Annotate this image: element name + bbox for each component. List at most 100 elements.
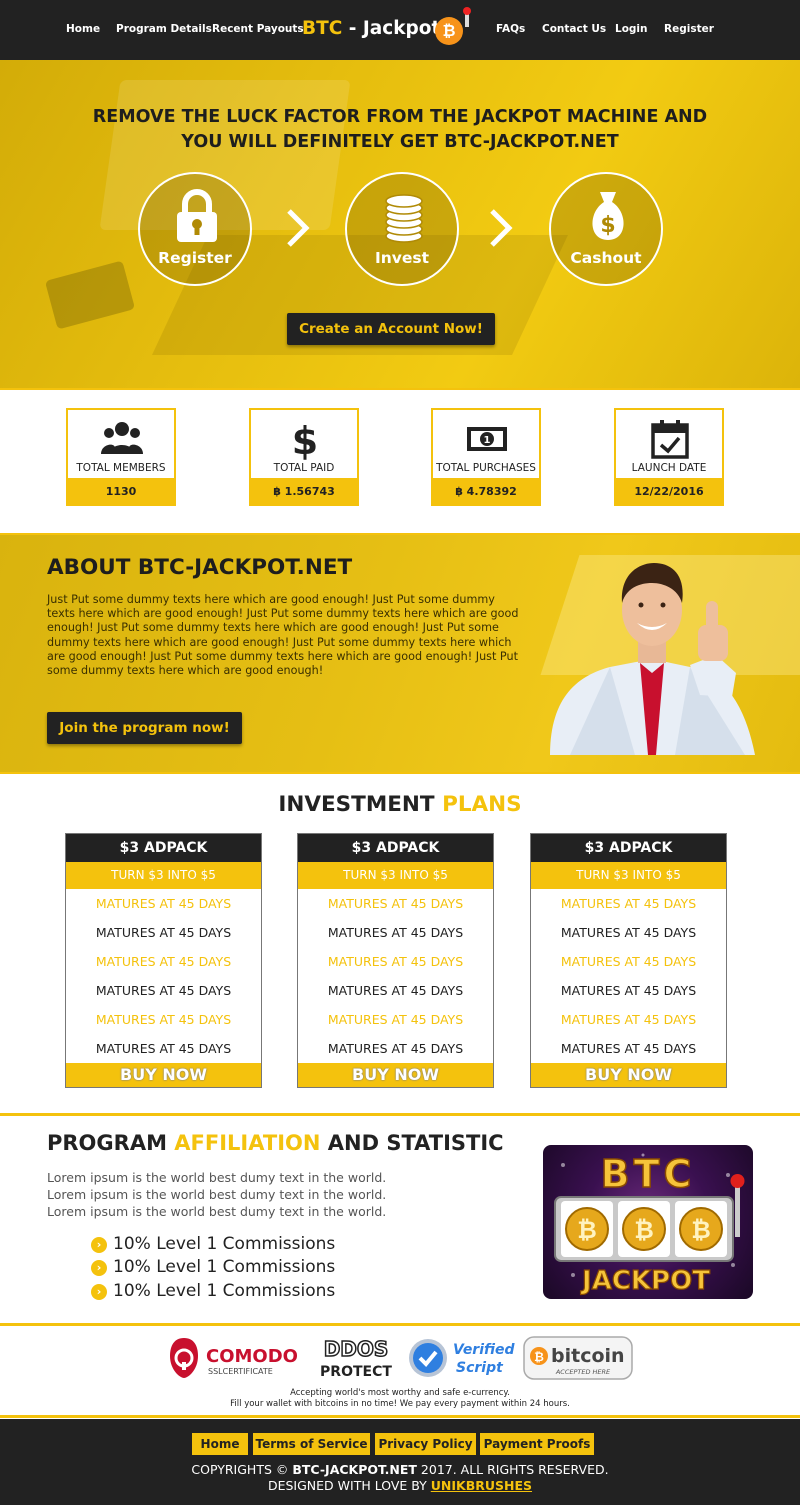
dollar-icon: $	[292, 419, 318, 460]
plan-feature: MATURES AT 45 DAYS	[560, 896, 697, 911]
step-register-label: Register	[158, 249, 232, 267]
nav-home-link[interactable]: Home	[66, 23, 100, 35]
plan-feature: MATURES AT 45 DAYS	[95, 1012, 232, 1027]
plan-feature: MATURES AT 45 DAYS	[327, 983, 464, 998]
nav-login-link[interactable]: Login	[615, 23, 648, 35]
btc-jackpot-slot-image: BTC ₿ ₿ ₿ JACKPOT	[543, 1145, 753, 1299]
about-section: ABOUT BTC-JACKPOT.NET Just Put some dumm…	[0, 533, 800, 774]
plan-feature: MATURES AT 45 DAYS	[560, 925, 697, 940]
join-program-button[interactable]: Join the program now!	[47, 712, 242, 744]
commission-text: 10% Level 1 Commissions	[113, 1234, 336, 1254]
plan-feature: MATURES AT 45 DAYS	[327, 954, 464, 969]
buy-now-button[interactable]: BUY NOW	[66, 1063, 261, 1087]
footer-terms-link[interactable]: Terms of Service	[253, 1433, 370, 1455]
logo-btc: BTC	[302, 18, 343, 39]
buy-now-button[interactable]: BUY NOW	[298, 1063, 493, 1087]
affiliation-section: PROGRAM AFFILIATION AND STATISTIC Lorem …	[0, 1117, 800, 1326]
step-register: Register	[138, 172, 252, 286]
svg-text:$: $	[292, 419, 318, 460]
buy-now-button[interactable]: BUY NOW	[531, 1063, 726, 1087]
footer-payment-proofs-link[interactable]: Payment Proofs	[480, 1433, 594, 1455]
nav-program-details-link[interactable]: Program Details	[116, 23, 212, 35]
plans-title-part2: PLANS	[442, 792, 522, 817]
stat-total-paid: $ TOTAL PAID ฿ 1.56743	[249, 408, 359, 506]
nav-faqs-link[interactable]: FAQs	[496, 23, 525, 35]
trust-badges-section: COMODO SSLCERTIFICATE DDOS PROTECT Verif…	[0, 1326, 800, 1418]
aff-title-part1: PROGRAM	[47, 1131, 175, 1155]
nav-register-link[interactable]: Register	[664, 23, 714, 35]
about-text: Just Put some dummy texts here which are…	[47, 593, 519, 678]
site-logo[interactable]: BTC - Jackpot ₿	[302, 7, 474, 47]
bitcoin-text: bitcoin	[551, 1345, 625, 1367]
money-bag-icon: $	[592, 192, 624, 240]
stat-value: ฿ 1.56743	[251, 478, 357, 506]
plan-feature: MATURES AT 45 DAYS	[327, 925, 464, 940]
arrow-circle-right-icon: ›	[91, 1284, 107, 1300]
stat-label: TOTAL PAID	[273, 462, 335, 474]
site-footer: Home Terms of Service Privacy Policy Pay…	[0, 1419, 800, 1505]
hero-phone-bg	[44, 260, 136, 330]
copyright-suffix: 2017. ALL RIGHTS RESERVED.	[416, 1462, 609, 1477]
plan-name: $3 ADPACK	[531, 834, 726, 862]
copyright-prefix: COPYRIGHTS ©	[191, 1462, 293, 1477]
plan-feature: MATURES AT 45 DAYS	[95, 896, 232, 911]
hero-title: REMOVE THE LUCK FACTOR FROM THE JACKPOT …	[60, 105, 740, 155]
logo-dash: -	[342, 18, 363, 39]
plans-title: INVESTMENT PLANS	[0, 792, 800, 817]
svg-text:1: 1	[484, 435, 491, 446]
stat-label: TOTAL MEMBERS	[76, 462, 166, 474]
plan-feature: MATURES AT 45 DAYS	[95, 1041, 232, 1056]
plan-feature: MATURES AT 45 DAYS	[560, 1041, 697, 1056]
plan-subtitle: TURN $3 INTO $5	[66, 862, 261, 889]
slot-coin-symbol: ₿	[691, 1216, 711, 1244]
create-account-button[interactable]: Create an Account Now!	[287, 313, 495, 345]
stat-value: ฿ 4.78392	[433, 478, 539, 506]
slot-lever-icon	[463, 7, 471, 27]
step-invest-label: Invest	[374, 249, 430, 267]
members-icon	[101, 422, 143, 454]
lock-icon	[177, 189, 217, 242]
plan-feature: MATURES AT 45 DAYS	[95, 983, 232, 998]
badges-note-line2: Fill your wallet with bitcoins in no tim…	[230, 1399, 570, 1409]
arrow-circle-right-icon: ›	[91, 1237, 107, 1253]
lorem-line: Lorem ipsum is the world best dumy text …	[47, 1204, 387, 1219]
slot-title-bottom: JACKPOT	[580, 1266, 710, 1296]
step-cashout-label: Cashout	[570, 249, 642, 267]
plan-feature: MATURES AT 45 DAYS	[95, 954, 232, 969]
coins-icon	[385, 194, 423, 243]
copyright-site: BTC-JACKPOT.NET	[292, 1462, 417, 1477]
businessman-thumbs-up-image	[550, 563, 755, 755]
plan-feature: MATURES AT 45 DAYS	[327, 1012, 464, 1027]
stat-value: 1130	[68, 478, 174, 506]
plan-feature: MATURES AT 45 DAYS	[327, 896, 464, 911]
stats-section: TOTAL MEMBERS 1130 $ TOTAL PAID ฿ 1.5674…	[0, 390, 800, 533]
ddos-protect-badge: DDOS PROTECT	[320, 1336, 392, 1380]
comodo-text: COMODO	[206, 1346, 298, 1367]
ddos-text: DDOS	[324, 1337, 389, 1361]
plan-card: $3 ADPACK TURN $3 INTO $5 MATURES AT 45 …	[65, 833, 262, 1088]
footer-privacy-link[interactable]: Privacy Policy	[375, 1433, 476, 1455]
footer-designed-by: DESIGNED WITH LOVE BY UNIKBRUSHES	[0, 1478, 800, 1493]
plan-feature: MATURES AT 45 DAYS	[327, 1041, 464, 1056]
nav-recent-payouts-link[interactable]: Recent Payouts	[212, 23, 304, 35]
slot-title-top: BTC	[601, 1152, 696, 1196]
svg-text:$: $	[600, 213, 615, 238]
designer-link[interactable]: UNIKBRUSHES	[431, 1478, 532, 1493]
plan-feature: MATURES AT 45 DAYS	[95, 925, 232, 940]
aff-title-part2: AFFILIATION	[174, 1131, 321, 1155]
hero-banner: REMOVE THE LUCK FACTOR FROM THE JACKPOT …	[0, 60, 800, 390]
nav-contact-link[interactable]: Contact Us	[542, 23, 606, 35]
hero-title-line1: REMOVE THE LUCK FACTOR FROM THE JACKPOT …	[92, 107, 708, 127]
footer-home-link[interactable]: Home	[192, 1433, 248, 1455]
hero-title-line2: YOU WILL DEFINITELY GET BTC-JACKPOT.NET	[181, 132, 619, 152]
commission-text: 10% Level 1 Commissions	[113, 1257, 336, 1277]
calendar-icon	[651, 420, 689, 459]
lorem-line: Lorem ipsum is the world best dumy text …	[47, 1170, 387, 1185]
plan-feature: MATURES AT 45 DAYS	[560, 983, 697, 998]
plan-name: $3 ADPACK	[298, 834, 493, 862]
comodo-ssl-badge: COMODO SSLCERTIFICATE	[170, 1338, 298, 1378]
stat-total-members: TOTAL MEMBERS 1130	[66, 408, 176, 506]
plan-subtitle: TURN $3 INTO $5	[531, 862, 726, 889]
step-invest: Invest	[345, 172, 459, 286]
designed-prefix: DESIGNED WITH LOVE BY	[267, 1478, 431, 1493]
